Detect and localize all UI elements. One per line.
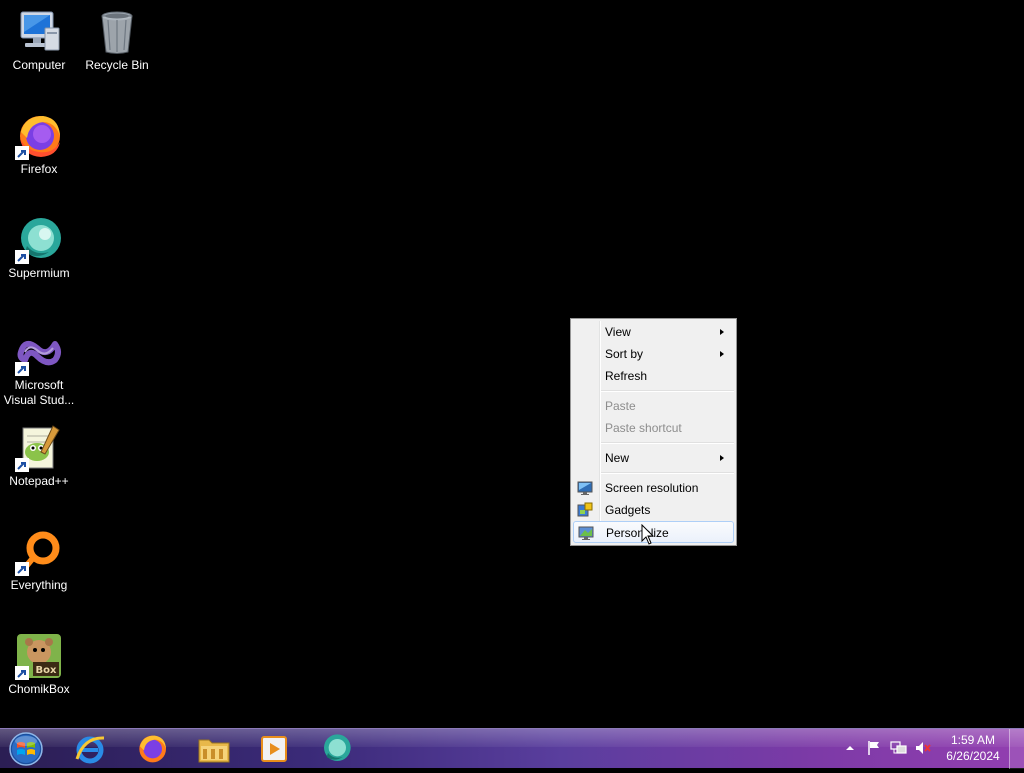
- desktop-icon-label: Notepad++: [9, 474, 69, 488]
- taskbar: 1:59 AM 6/26/2024: [0, 728, 1024, 769]
- menu-item-screen-resolution[interactable]: Screen resolution: [573, 477, 734, 499]
- desktop-icon-label: Microsoft Visual Stud...: [3, 378, 75, 407]
- menu-item-gadgets[interactable]: Gadgets: [573, 499, 734, 521]
- menu-separator: [601, 390, 734, 392]
- volume-muted-icon[interactable]: [914, 740, 932, 756]
- action-center-flag-icon[interactable]: [866, 740, 882, 756]
- desktop[interactable]: Computer Recycle Bin Firefox Supermium M…: [0, 0, 1024, 728]
- mouse-cursor-icon: [641, 524, 655, 545]
- desktop-icon-label: Supermium: [8, 266, 70, 280]
- recycle-bin-icon: [93, 8, 141, 56]
- desktop-icon-label: Firefox: [20, 162, 58, 176]
- chomikbox-icon: Box: [15, 632, 63, 680]
- desktop-icon-supermium[interactable]: Supermium: [0, 216, 78, 281]
- menu-item-label: Refresh: [605, 369, 648, 383]
- menu-item-label: Gadgets: [605, 503, 651, 517]
- desktop-icon-label: Computer: [12, 58, 66, 72]
- firefox-icon: [139, 735, 166, 763]
- menu-item-label: Paste shortcut: [605, 421, 682, 435]
- computer-icon: [15, 8, 63, 56]
- internet-explorer-icon: [75, 736, 105, 764]
- desktop-context-menu: View Sort by Refresh Paste Paste shortcu…: [570, 318, 737, 546]
- start-button[interactable]: [6, 730, 46, 768]
- desktop-icon-label: ChomikBox: [8, 682, 70, 696]
- gadgets-icon: [577, 502, 593, 517]
- desktop-icon-visual-studio[interactable]: Microsoft Visual Stud...: [0, 328, 78, 408]
- personalize-icon: [578, 526, 594, 540]
- submenu-arrow-icon: [720, 329, 724, 335]
- desktop-icon-computer[interactable]: Computer: [0, 8, 78, 73]
- submenu-arrow-icon: [720, 455, 724, 461]
- menu-item-label: View: [605, 325, 631, 339]
- taskbar-supermium[interactable]: [308, 730, 364, 768]
- taskbar-media-player[interactable]: [246, 730, 302, 768]
- show-hidden-icons-chevron-icon[interactable]: [846, 744, 854, 752]
- menu-item-label: New: [605, 451, 630, 465]
- supermium-icon: [324, 734, 351, 761]
- desktop-icon-everything[interactable]: Everything: [0, 528, 78, 593]
- firefox-icon: [15, 112, 63, 160]
- desktop-icon-label: Everything: [10, 578, 68, 592]
- notepad-plus-plus-icon: [15, 424, 63, 472]
- desktop-icon-recycle-bin[interactable]: Recycle Bin: [78, 8, 156, 73]
- menu-separator: [601, 472, 734, 474]
- submenu-arrow-icon: [720, 351, 724, 357]
- desktop-icon-label: Recycle Bin: [85, 58, 149, 72]
- media-player-icon: [261, 736, 287, 762]
- menu-item-paste-shortcut[interactable]: Paste shortcut: [573, 417, 734, 439]
- clock-time: 1:59 AM: [950, 733, 996, 747]
- shortcut-arrow-icon: [15, 146, 29, 160]
- shortcut-arrow-icon: [15, 458, 29, 472]
- windows-logo-icon: [9, 732, 43, 766]
- shortcut-arrow-icon: [15, 250, 29, 264]
- taskbar-internet-explorer[interactable]: [62, 730, 118, 768]
- shortcut-arrow-icon: [15, 666, 29, 680]
- display-icon: [577, 481, 593, 495]
- menu-item-paste[interactable]: Paste: [573, 395, 734, 417]
- svg-text:Box: Box: [36, 665, 57, 676]
- menu-item-new[interactable]: New: [573, 447, 734, 469]
- shortcut-arrow-icon: [15, 562, 29, 576]
- desktop-icon-chomikbox[interactable]: Box ChomikBox: [0, 632, 78, 697]
- menu-item-view[interactable]: View: [573, 321, 734, 343]
- taskbar-firefox[interactable]: [124, 730, 180, 768]
- clock-date: 6/26/2024: [946, 749, 1000, 763]
- shortcut-arrow-icon: [15, 362, 29, 376]
- taskbar-file-explorer[interactable]: [186, 730, 242, 768]
- menu-item-label: Personalize: [606, 526, 669, 540]
- supermium-icon: [15, 216, 63, 264]
- menu-separator: [601, 442, 734, 444]
- network-icon[interactable]: [890, 740, 908, 756]
- taskbar-clock[interactable]: 1:59 AM 6/26/2024: [940, 732, 1006, 764]
- menu-item-refresh[interactable]: Refresh: [573, 365, 734, 387]
- visual-studio-icon: [15, 328, 63, 376]
- menu-item-label: Paste: [605, 399, 636, 413]
- everything-icon: [15, 528, 63, 576]
- menu-item-label: Sort by: [605, 347, 644, 361]
- desktop-icon-firefox[interactable]: Firefox: [0, 112, 78, 177]
- menu-item-sort-by[interactable]: Sort by: [573, 343, 734, 365]
- desktop-icon-notepad-plus-plus[interactable]: Notepad++: [0, 424, 78, 489]
- show-desktop-button[interactable]: [1009, 729, 1024, 769]
- menu-item-label: Screen resolution: [605, 481, 699, 495]
- file-explorer-icon: [198, 739, 230, 763]
